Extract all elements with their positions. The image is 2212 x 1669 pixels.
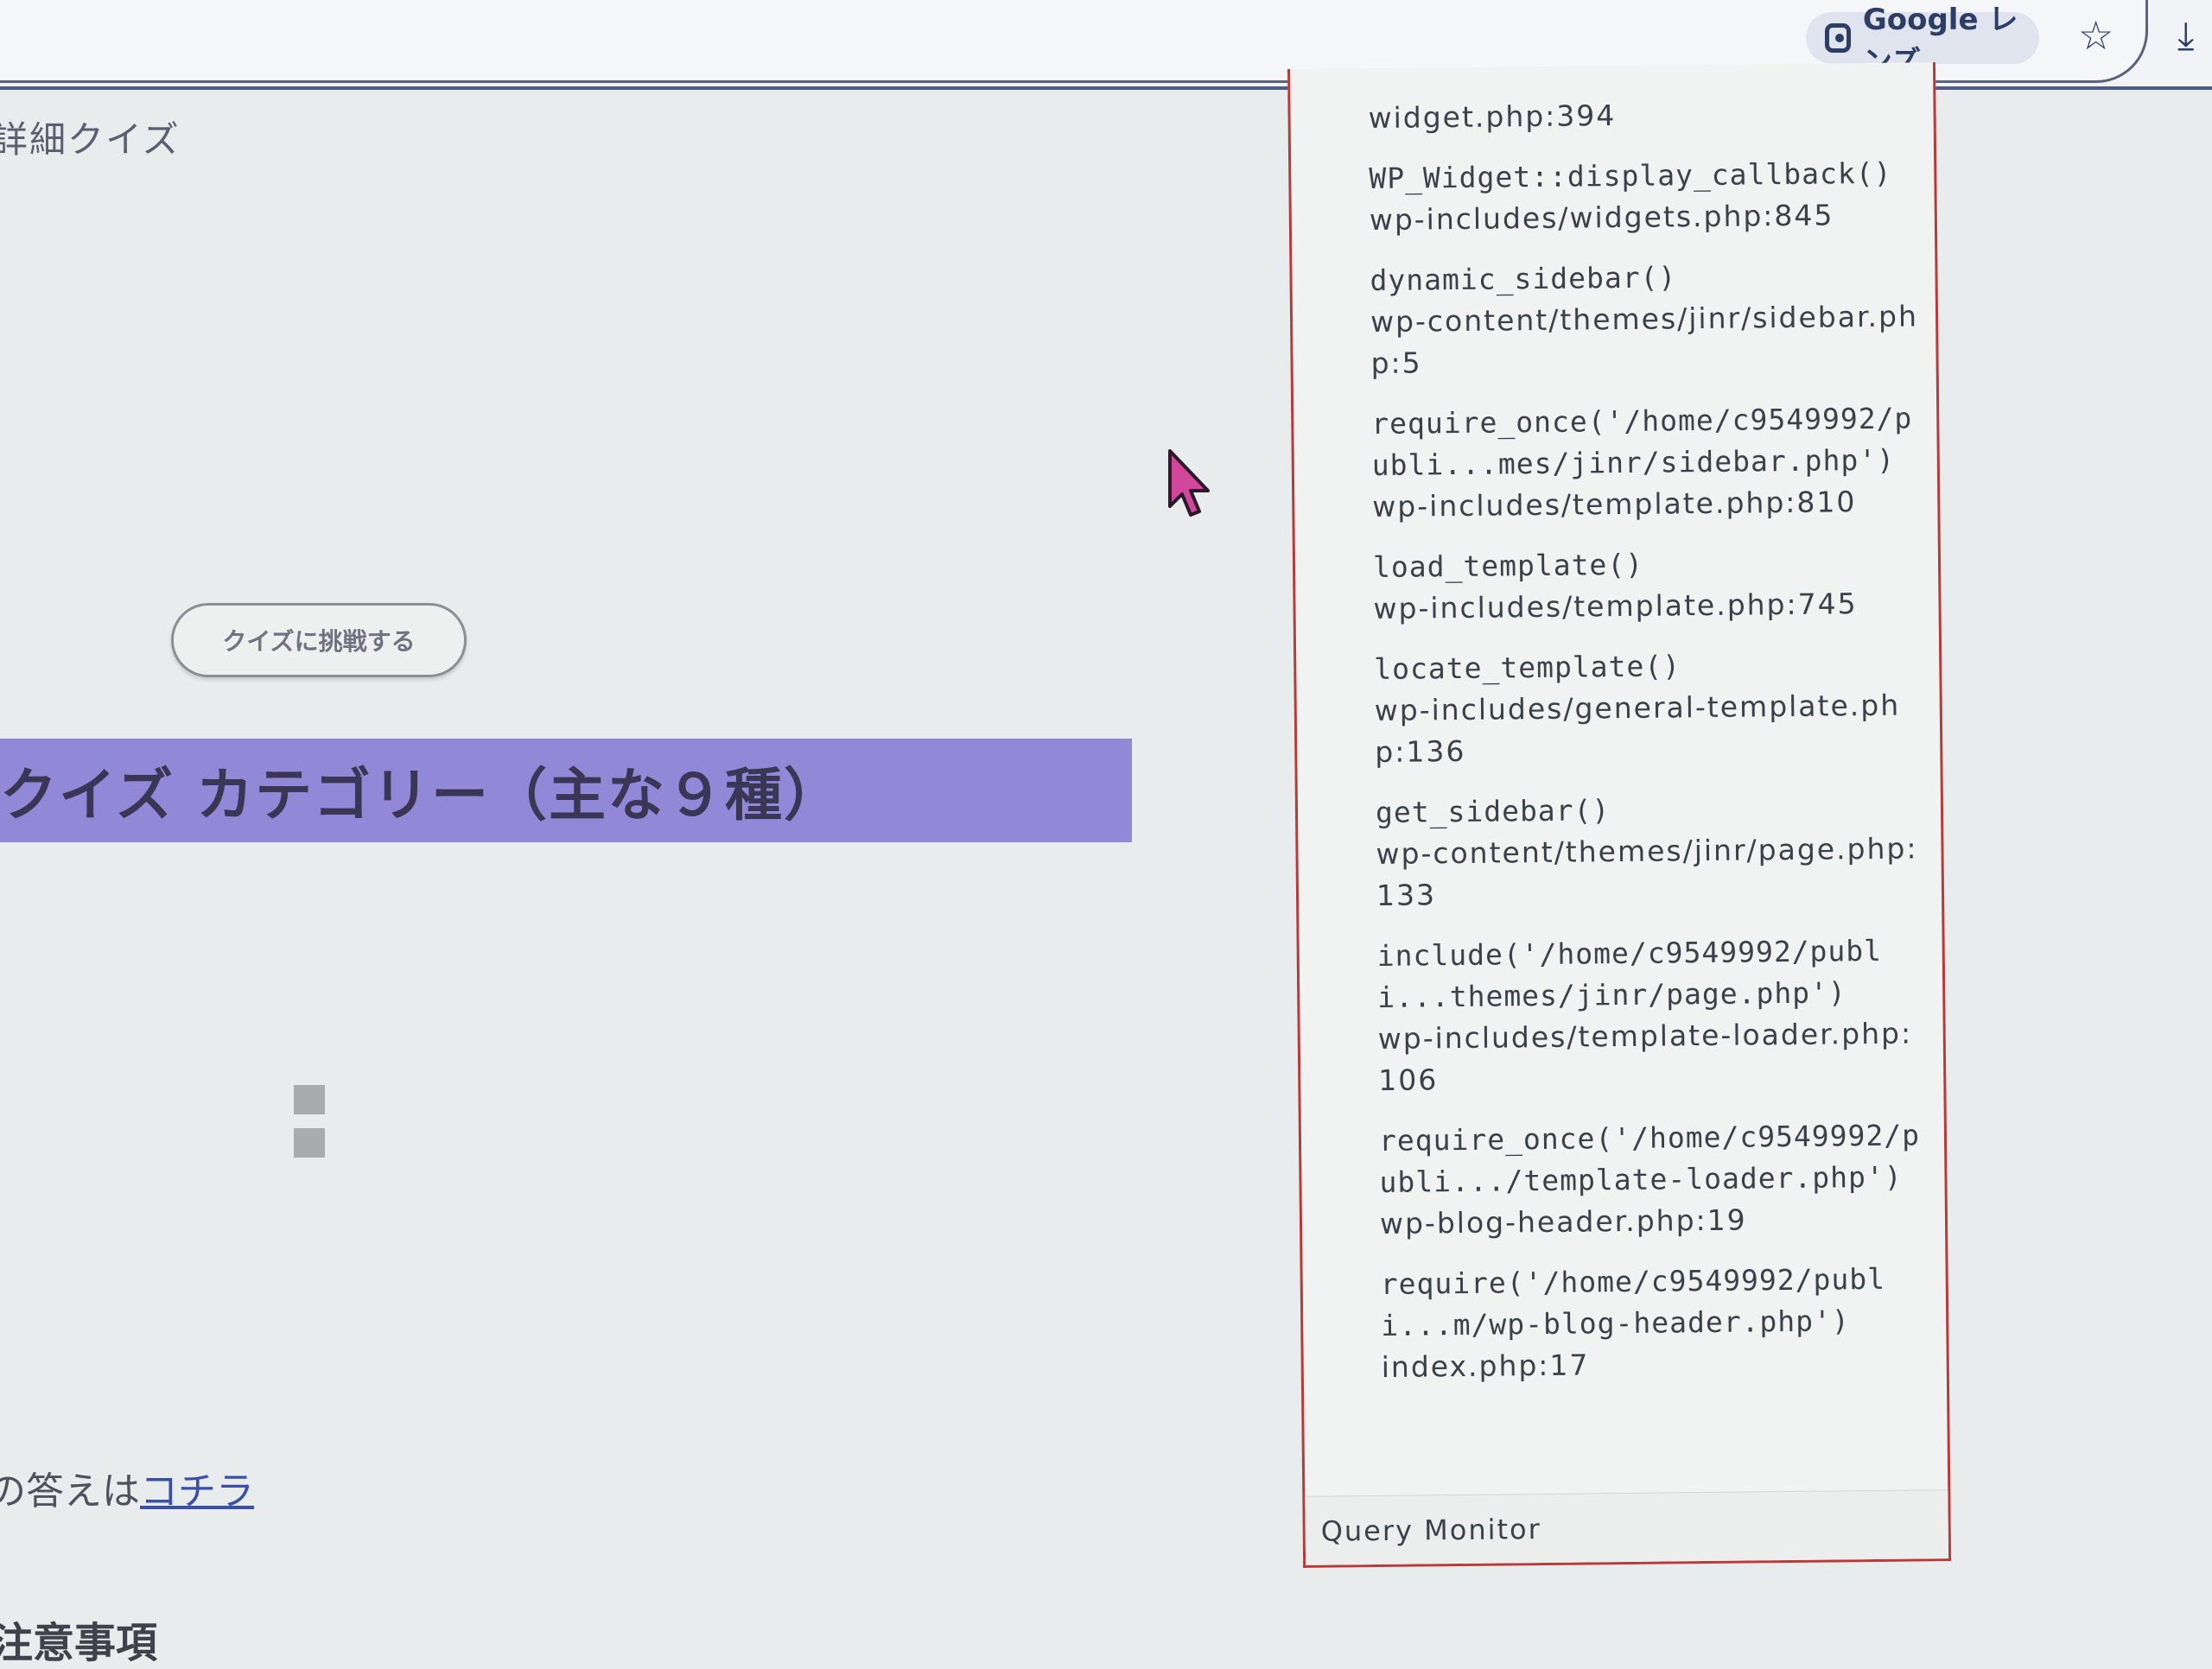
- category-heading: クイズ カテゴリー（主な９種）: [0, 739, 1132, 842]
- stack-function: require_once('/home/c9549992/publi...mes…: [1371, 401, 1913, 482]
- stack-file-location[interactable]: wp-blog-header.php:19: [1380, 1197, 1933, 1245]
- stack-file-location[interactable]: wp-includes/template-loader.php:106: [1378, 1012, 1932, 1101]
- query-monitor-footer: Query Monitor: [1305, 1489, 1949, 1565]
- stack-frame: widget.php:394: [1368, 92, 1921, 139]
- stack-function: include('/home/c9549992/publi...themes/j…: [1376, 933, 1883, 1014]
- mouse-cursor-icon: [1168, 449, 1210, 517]
- stack-frame: get_sidebar() wp-content/themes/jinr/page…: [1376, 786, 1929, 917]
- stack-frame: locate_template() wp-includes/general-tem…: [1374, 643, 1928, 773]
- answer-prefix: の答えは: [0, 1469, 140, 1514]
- stack-file-location[interactable]: wp-includes/widgets.php:845: [1370, 194, 1923, 241]
- query-monitor-title: Query Monitor: [1320, 1512, 1541, 1548]
- stack-function: load_template(): [1372, 547, 1644, 584]
- stack-file-location[interactable]: wp-includes/template.php:810: [1372, 480, 1925, 528]
- stack-function: require_once('/home/c9549992/publi.../te…: [1378, 1118, 1921, 1199]
- google-lens-button[interactable]: Google レンズ: [1806, 3, 2039, 79]
- notes-heading: 注意事項: [0, 1619, 158, 1667]
- answer-text: の答えはコチラ: [0, 1460, 254, 1515]
- stack-frame: require('/home/c9549992/publi...m/wp-blo…: [1380, 1258, 1934, 1388]
- stack-frame: require_once('/home/c9549992/publi.../te…: [1379, 1114, 1933, 1245]
- stack-file-location[interactable]: wp-includes/general-template.php:136: [1375, 684, 1929, 773]
- stack-function: dynamic_sidebar(): [1370, 260, 1677, 298]
- stack-frame: require_once('/home/c9549992/publi...mes…: [1371, 397, 1925, 528]
- stack-frame: WP_Widget::display_callback() wp-includes…: [1369, 152, 1923, 241]
- stack-function: get_sidebar(): [1375, 793, 1611, 829]
- stack-file-location[interactable]: widget.php:394: [1368, 92, 1921, 139]
- page-top-heading: 詳細クイズ: [0, 118, 181, 161]
- square-icon: [294, 1085, 325, 1114]
- call-stack-list: widget.php:394WP_Widget::display_callbac…: [1368, 92, 1935, 1407]
- square-icon: [294, 1128, 325, 1158]
- answer-link[interactable]: コチラ: [140, 1469, 254, 1514]
- stack-file-location[interactable]: wp-content/themes/jinr/page.php:133: [1376, 828, 1929, 917]
- download-icon[interactable]: ⤓: [2177, 14, 2194, 58]
- google-lens-icon: [1825, 23, 1851, 53]
- stack-frame: include('/home/c9549992/publi...themes/j…: [1377, 930, 1932, 1101]
- stack-function: WP_Widget::display_callback(): [1369, 155, 1892, 196]
- bookmark-star-icon[interactable]: ☆: [2078, 12, 2113, 59]
- stack-function: locate_template(): [1374, 649, 1681, 686]
- stack-function: require('/home/c9549992/publi...m/wp-blo…: [1380, 1261, 1886, 1342]
- quiz-challenge-button[interactable]: クイズに挑戦する: [171, 603, 467, 677]
- stack-frame: load_template() wp-includes/template.php:…: [1373, 541, 1927, 630]
- query-monitor-panel: widget.php:394WP_Widget::display_callbac…: [1287, 62, 1952, 1568]
- stack-frame: dynamic_sidebar() wp-content/themes/jinr/…: [1370, 254, 1923, 384]
- stack-file-location[interactable]: index.php:17: [1381, 1341, 1934, 1388]
- stack-file-location[interactable]: wp-includes/template.php:745: [1373, 582, 1926, 630]
- stack-file-location[interactable]: wp-content/themes/jinr/sidebar.php:5: [1370, 295, 1924, 384]
